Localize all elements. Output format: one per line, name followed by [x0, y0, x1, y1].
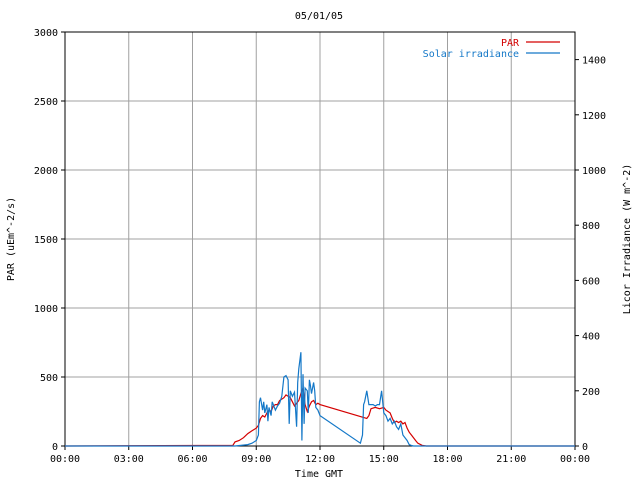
- y2-tick-label: 0: [582, 442, 588, 453]
- y-tick-label: 1000: [34, 304, 58, 315]
- y-tick-label: 2000: [34, 166, 58, 177]
- y-tick-label: 3000: [34, 28, 58, 39]
- x-tick-label: 00:00: [560, 454, 590, 465]
- grid: [65, 32, 575, 446]
- y2-tick-label: 1400: [582, 56, 606, 67]
- y2-tick-label: 200: [582, 387, 600, 398]
- legend-label: Solar irradiance: [423, 49, 519, 60]
- x-tick-label: 00:00: [50, 454, 80, 465]
- y2-axis-label: Licor Irradiance (W m^-2): [622, 164, 633, 315]
- y-tick-label: 0: [52, 442, 58, 453]
- y-axis-right: 0 200 400 600 800 1000 1200 1400: [575, 56, 606, 453]
- x-tick-label: 06:00: [177, 454, 207, 465]
- x-tick-label: 12:00: [305, 454, 335, 465]
- y-tick-label: 2500: [34, 97, 58, 108]
- y2-tick-label: 800: [582, 221, 600, 232]
- y2-tick-label: 600: [582, 276, 600, 287]
- chart: 05/01/05 00:00 03:00 06:00 09:00 12:00 15:00 1…: [6, 11, 633, 480]
- x-axis-label: Time GMT: [295, 469, 343, 480]
- legend-label: PAR: [501, 38, 520, 49]
- x-tick-label: 03:00: [114, 454, 144, 465]
- y2-tick-label: 400: [582, 332, 600, 343]
- y2-tick-label: 1200: [582, 111, 606, 122]
- y-axis-left: 0 500 1000 1500 2000 2500 3000: [34, 28, 65, 453]
- legend: PARSolar irradiance: [423, 38, 560, 60]
- y2-tick-label: 1000: [582, 166, 606, 177]
- x-tick-label: 18:00: [432, 454, 462, 465]
- x-tick-label: 21:00: [496, 454, 526, 465]
- x-tick-label: 15:00: [369, 454, 399, 465]
- chart-title: 05/01/05: [295, 11, 343, 22]
- y-tick-label: 1500: [34, 235, 58, 246]
- x-tick-label: 09:00: [241, 454, 271, 465]
- y-tick-label: 500: [40, 373, 58, 384]
- x-axis: 00:00 03:00 06:00 09:00 12:00 15:00 18:00 21:00…: [50, 446, 590, 465]
- y-axis-label: PAR (uEm^-2/s): [6, 197, 17, 281]
